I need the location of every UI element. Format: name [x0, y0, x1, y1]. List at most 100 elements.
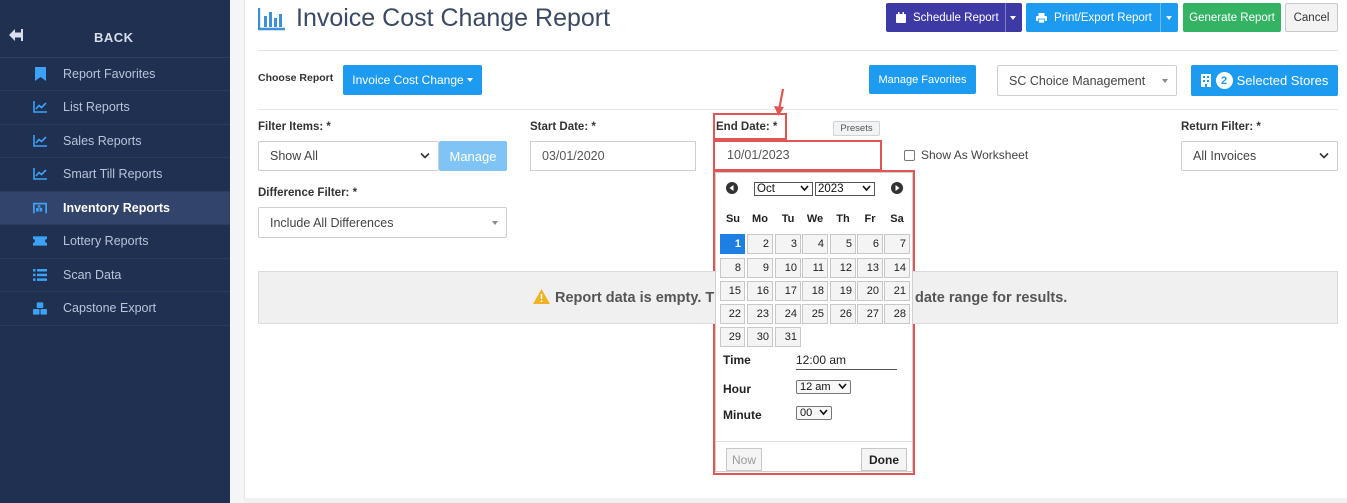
sidebar-item-sales-reports[interactable]: Sales Reports	[0, 125, 230, 158]
calendar-day[interactable]: 24	[775, 304, 801, 324]
calendar-day[interactable]: 8	[720, 258, 745, 278]
calendar-day[interactable]: 15	[720, 281, 745, 301]
presets-label: Presets	[840, 123, 873, 134]
calendar-day[interactable]: 5	[830, 234, 856, 254]
sidebar-item-inventory-reports[interactable]: Inventory Reports	[0, 191, 230, 225]
warning-icon	[533, 289, 550, 304]
start-date-input[interactable]: 03/01/2020	[530, 141, 696, 171]
page-header: Invoice Cost Change Report	[258, 4, 610, 33]
choose-report-dropdown[interactable]: Invoice Cost Change	[343, 65, 482, 95]
chevron-down-icon	[466, 78, 473, 82]
return-filter-label: Return Filter: *	[1181, 121, 1261, 133]
worksheet-checkbox[interactable]	[904, 150, 915, 161]
calendar-day[interactable]: 22	[720, 304, 745, 324]
hour-label: Hour	[723, 382, 751, 396]
calendar-day[interactable]: 17	[775, 281, 801, 301]
calendar-day[interactable]: 23	[747, 304, 773, 324]
calendar-day[interactable]: 27	[857, 304, 883, 324]
sidebar-item-label: Sales Reports	[63, 133, 142, 148]
month-select[interactable]: Oct	[754, 182, 813, 196]
calendar-day[interactable]: 7	[884, 234, 910, 254]
warehouse-icon	[33, 201, 47, 215]
next-month-icon[interactable]	[891, 182, 903, 194]
calendar-day[interactable]: 31	[775, 327, 801, 347]
calendar-day[interactable]: 4	[802, 234, 828, 254]
schedule-report-button[interactable]: Schedule Report	[886, 3, 1022, 32]
start-date-value: 03/01/2020	[542, 149, 605, 163]
manage-favorites-button[interactable]: Manage Favorites	[869, 65, 976, 94]
calendar-day[interactable]: 9	[747, 258, 773, 278]
calendar-day[interactable]: 21	[884, 281, 910, 301]
calendar-day[interactable]: 18	[802, 281, 828, 301]
calendar-day[interactable]: 2	[747, 234, 773, 254]
calendar-day[interactable]: 28	[884, 304, 910, 324]
time-value: 12:00 am	[796, 353, 897, 370]
weekday-label: Mo	[752, 213, 768, 225]
line-chart-icon	[33, 167, 47, 181]
return-filter-select[interactable]: All Invoices	[1181, 141, 1338, 171]
calendar-day[interactable]: 6	[857, 234, 883, 254]
calendar-day[interactable]: 13	[857, 258, 883, 278]
cancel-label: Cancel	[1293, 11, 1330, 24]
chevron-down-icon	[1319, 152, 1329, 159]
difference-filter-value: Include All Differences	[270, 215, 394, 230]
schedule-report-label: Schedule Report	[913, 11, 999, 24]
presets-button[interactable]: Presets	[833, 121, 880, 136]
cancel-button[interactable]: Cancel	[1285, 3, 1338, 32]
company-select[interactable]: SC Choice Management	[997, 65, 1177, 96]
calendar-day[interactable]: 20	[857, 281, 883, 301]
hour-select[interactable]: 12 am	[796, 380, 851, 394]
sidebar-item-lottery-reports[interactable]: Lottery Reports	[0, 225, 230, 259]
back-button[interactable]: BACK	[0, 0, 230, 58]
calendar-day[interactable]: 19	[830, 281, 856, 301]
calendar-day[interactable]: 26	[830, 304, 856, 324]
chevron-down-icon	[819, 409, 828, 416]
sidebar-item-scan-data[interactable]: Scan Data	[0, 259, 230, 292]
return-filter-value: All Invoices	[1193, 149, 1257, 163]
calendar-day[interactable]: 30	[747, 327, 773, 347]
year-value: 2023	[818, 183, 844, 195]
date-picker-header: Oct 2023	[716, 173, 912, 203]
calendar-day[interactable]: 12	[830, 258, 856, 278]
filter-items-value: Show All	[270, 149, 318, 163]
calendar-day[interactable]: 16	[747, 281, 773, 301]
sidebar-item-label: Smart Till Reports	[63, 167, 163, 182]
year-select[interactable]: 2023	[815, 182, 875, 196]
now-button[interactable]: Now	[726, 448, 762, 471]
calendar-icon	[896, 12, 906, 23]
month-value: Oct	[757, 183, 775, 195]
sidebar-item-label: Capstone Export	[63, 301, 157, 316]
date-picker-footer-divider	[716, 441, 912, 442]
weekday-label: Su	[725, 213, 741, 225]
done-button[interactable]: Done	[861, 448, 907, 471]
calendar-day-selected[interactable]: 1	[720, 234, 745, 254]
weekday-label: Fr	[864, 213, 876, 225]
sidebar-item-label: Scan Data	[63, 267, 122, 282]
generate-report-button[interactable]: Generate Report	[1183, 3, 1281, 32]
filter-items-select[interactable]: Show All	[258, 141, 439, 171]
sidebar-item-capstone-export[interactable]: Capstone Export	[0, 292, 230, 326]
sidebar-item-report-favorites[interactable]: Report Favorites	[0, 58, 230, 91]
selected-stores-button[interactable]: 2 Selected Stores	[1191, 65, 1338, 96]
calendar-day[interactable]: 14	[884, 258, 910, 278]
sidebar-item-smart-till-reports[interactable]: Smart Till Reports	[0, 158, 230, 192]
empty-message-right: date range for results.	[915, 290, 1068, 306]
calendar-day[interactable]: 11	[802, 258, 828, 278]
prev-month-icon[interactable]	[726, 182, 738, 194]
choose-report-label: Choose Report	[258, 72, 334, 84]
print-export-button[interactable]: Print/Export Report	[1026, 3, 1178, 32]
calendar-day[interactable]: 29	[720, 327, 745, 347]
difference-filter-select[interactable]: Include All Differences	[258, 207, 507, 238]
calendar-day[interactable]: 10	[775, 258, 801, 278]
sidebar-item-list-reports[interactable]: List Reports	[0, 91, 230, 125]
calendar-day[interactable]: 3	[775, 234, 801, 254]
minute-select[interactable]: 00	[796, 406, 832, 420]
bar-chart-icon	[258, 7, 285, 30]
manage-filter-button[interactable]: Manage	[439, 141, 507, 171]
chevron-down-icon[interactable]	[1166, 16, 1172, 20]
calendar-day[interactable]: 25	[802, 304, 828, 324]
chevron-down-icon[interactable]	[1010, 16, 1016, 20]
date-picker-popup: Oct 2023 Su Mo Tu We Th Fr Sa 1 2 3 4 5 6 7 8 9 10 11 12 1…	[715, 172, 913, 472]
button-split-divider	[1005, 3, 1006, 32]
page-edge	[244, 0, 245, 503]
